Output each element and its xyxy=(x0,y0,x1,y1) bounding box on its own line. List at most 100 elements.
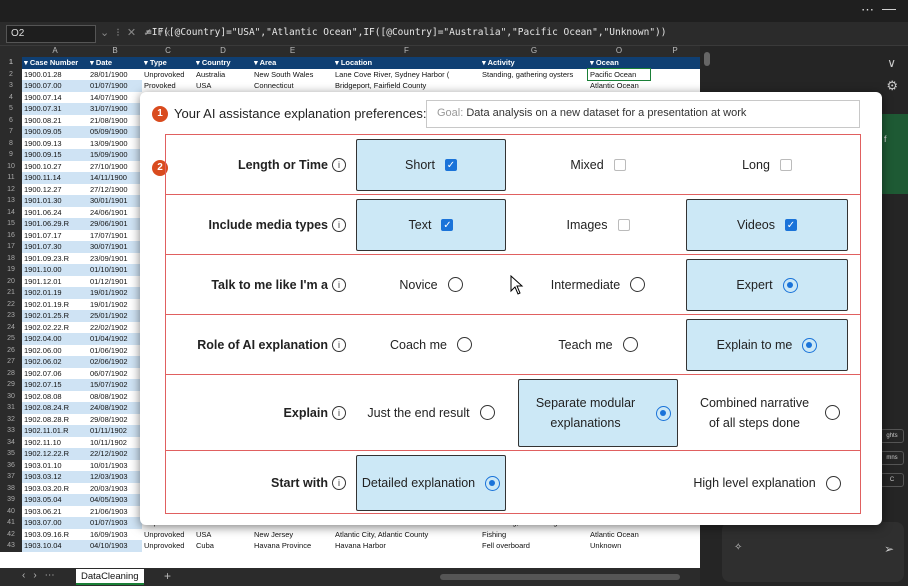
formula-input[interactable]: =IF([@Country]="USA","Atlantic Ocean",IF… xyxy=(146,27,666,38)
info-icon[interactable]: i xyxy=(332,338,346,352)
table-cell[interactable]: 20/03/1903 xyxy=(88,483,142,495)
radio-selected-icon[interactable] xyxy=(485,475,501,491)
table-cell[interactable]: 14/11/1900 xyxy=(88,172,142,184)
row-number[interactable]: 21 xyxy=(0,287,22,299)
table-cell[interactable]: 02/06/1902 xyxy=(88,356,142,368)
radio-icon[interactable] xyxy=(456,337,472,352)
refresh-button[interactable]: C xyxy=(880,473,904,487)
info-icon[interactable]: i xyxy=(332,278,346,292)
column-letter[interactable]: P xyxy=(650,46,700,55)
column-letter[interactable]: G xyxy=(480,46,588,55)
row-number[interactable]: 2 xyxy=(0,68,22,80)
radio-icon[interactable] xyxy=(630,277,646,292)
table-cell[interactable]: Australia xyxy=(194,69,252,81)
row-number[interactable]: 22 xyxy=(0,298,22,310)
preference-option[interactable]: Teach me xyxy=(518,315,678,374)
info-icon[interactable]: i xyxy=(332,218,346,232)
row-number[interactable]: 10 xyxy=(0,160,22,172)
preference-option[interactable]: Short ✓ xyxy=(356,139,506,191)
radio-selected-icon[interactable] xyxy=(782,277,798,293)
table-cell[interactable]: 15/09/1900 xyxy=(88,149,142,161)
row-number[interactable]: 14 xyxy=(0,206,22,218)
table-cell[interactable]: Havana Harbor xyxy=(333,540,480,552)
table-cell[interactable]: 1900.09.13 xyxy=(22,138,88,150)
table-cell[interactable]: 19/01/1902 xyxy=(88,287,142,299)
table-cell[interactable]: 05/09/1900 xyxy=(88,126,142,138)
row-number[interactable]: 37 xyxy=(0,471,22,483)
table-cell[interactable]: 14/07/1900 xyxy=(88,92,142,104)
row-number[interactable]: 26 xyxy=(0,344,22,356)
preference-option[interactable]: Intermediate xyxy=(518,255,678,314)
header-cell[interactable]: ▾ Date xyxy=(90,57,142,69)
table-cell[interactable]: 19/01/1902 xyxy=(88,299,142,311)
table-cell[interactable]: 10/11/1902 xyxy=(88,437,142,449)
row-number[interactable]: 19 xyxy=(0,264,22,276)
preference-option[interactable]: Text ✓ xyxy=(356,199,506,251)
row-number[interactable]: 32 xyxy=(0,413,22,425)
row-number[interactable]: 43 xyxy=(0,540,22,552)
column-letter[interactable]: D xyxy=(194,46,252,55)
table-cell[interactable]: 27/10/1900 xyxy=(88,161,142,173)
header-cell[interactable]: ▾ Case Number xyxy=(24,57,88,69)
checkbox-icon[interactable] xyxy=(779,158,792,171)
table-cell[interactable]: 1903.06.21 xyxy=(22,506,88,518)
header-cell[interactable]: ▾ Type xyxy=(144,57,194,69)
table-cell[interactable]: 1901.07.17 xyxy=(22,230,88,242)
add-sheet-button[interactable]: + xyxy=(164,569,171,583)
table-cell[interactable]: 1900.01.28 xyxy=(22,69,88,81)
table-cell[interactable]: 1903.03.20.R xyxy=(22,483,88,495)
row-number[interactable]: 6 xyxy=(0,114,22,126)
preference-option[interactable]: Novice xyxy=(356,255,506,314)
table-cell[interactable]: 1903.10.04 xyxy=(22,540,88,552)
row-number[interactable]: 39 xyxy=(0,494,22,506)
minimize-icon[interactable]: — xyxy=(882,0,896,16)
radio-icon[interactable] xyxy=(622,337,638,352)
table-cell[interactable]: 1902.08.28.R xyxy=(22,414,88,426)
table-cell[interactable]: 1900.11.14 xyxy=(22,172,88,184)
table-cell[interactable]: 1902.04.00 xyxy=(22,333,88,345)
table-cell[interactable]: Havana Province xyxy=(252,540,333,552)
table-cell[interactable]: Atlantic Ocean xyxy=(588,529,650,541)
preference-option[interactable]: Combined narrative of all steps done xyxy=(686,375,848,450)
table-cell[interactable]: 1902.11.10 xyxy=(22,437,88,449)
row-number[interactable]: 34 xyxy=(0,436,22,448)
table-cell[interactable]: Unknown xyxy=(588,540,650,552)
table-cell[interactable]: 10/01/1903 xyxy=(88,460,142,472)
table-cell[interactable]: 1900.08.21 xyxy=(22,115,88,127)
send-icon[interactable]: ➢ xyxy=(884,542,894,556)
insights-button[interactable]: ghts xyxy=(880,429,904,443)
table-cell[interactable]: 21/08/1900 xyxy=(88,115,142,127)
header-cell[interactable]: ▾ Location xyxy=(335,57,480,69)
table-cell[interactable]: Fishing xyxy=(480,529,588,541)
header-cell[interactable]: ▾ Country xyxy=(196,57,252,69)
header-cell[interactable]: ▾ Activity xyxy=(482,57,588,69)
panel-scrollbar[interactable] xyxy=(704,52,710,66)
checkbox-icon[interactable] xyxy=(613,158,626,171)
checkbox-icon[interactable] xyxy=(617,218,630,231)
radio-icon[interactable] xyxy=(447,277,463,292)
row-number[interactable]: 18 xyxy=(0,252,22,264)
table-cell[interactable]: 1901.09.23.R xyxy=(22,253,88,265)
table-cell[interactable]: 29/06/1901 xyxy=(88,218,142,230)
table-cell[interactable]: 1900.09.05 xyxy=(22,126,88,138)
table-cell[interactable]: 27/12/1900 xyxy=(88,184,142,196)
horizontal-scrollbar[interactable] xyxy=(440,574,680,580)
radio-icon[interactable] xyxy=(479,405,495,420)
table-cell[interactable]: 1902.08.08 xyxy=(22,391,88,403)
table-cell[interactable]: 01/07/1900 xyxy=(88,80,142,92)
table-cell[interactable]: 30/01/1901 xyxy=(88,195,142,207)
info-icon[interactable]: i xyxy=(332,158,346,172)
table-cell[interactable]: 29/08/1902 xyxy=(88,414,142,426)
row-number[interactable]: 9 xyxy=(0,149,22,161)
table-cell[interactable]: 1902.06.02 xyxy=(22,356,88,368)
goal-field[interactable]: Goal: Data analysis on a new dataset for… xyxy=(426,100,860,128)
row-number[interactable]: 42 xyxy=(0,528,22,540)
info-icon[interactable]: i xyxy=(332,476,346,490)
preference-option[interactable]: Images xyxy=(518,195,678,254)
table-cell[interactable]: 1903.03.12 xyxy=(22,471,88,483)
table-cell[interactable]: 1901.07.30 xyxy=(22,241,88,253)
table-cell[interactable]: 06/07/1902 xyxy=(88,368,142,380)
table-cell[interactable]: Atlantic City, Atlantic County xyxy=(333,529,480,541)
table-cell[interactable]: 1902.11.01.R xyxy=(22,425,88,437)
table-cell[interactable]: Bridgeport, Fairfield County xyxy=(333,80,480,92)
